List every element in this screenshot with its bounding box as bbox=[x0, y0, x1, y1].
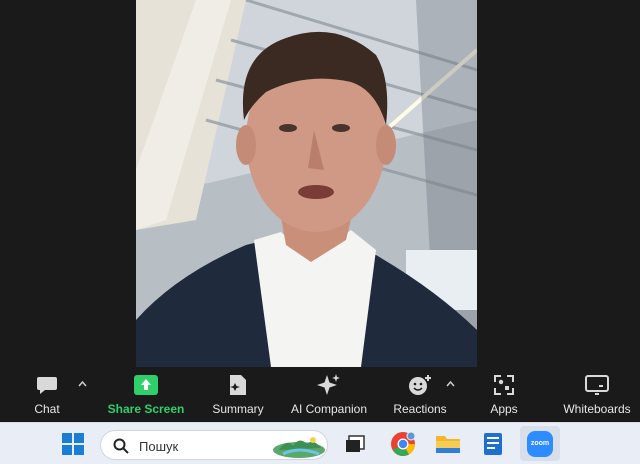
zoom-icon-text: zoom bbox=[530, 440, 550, 447]
file-explorer-button[interactable] bbox=[432, 423, 464, 464]
search-placeholder: Пошук bbox=[139, 439, 179, 454]
share-screen-icon bbox=[134, 373, 158, 397]
video-area bbox=[0, 0, 640, 367]
reactions-icon bbox=[408, 373, 432, 397]
chrome-icon bbox=[391, 431, 416, 456]
windows-taskbar: Пошук zoom bbox=[0, 422, 640, 464]
search-icon bbox=[113, 438, 129, 454]
chat-caret-icon[interactable] bbox=[77, 379, 87, 389]
reactions-caret-icon[interactable] bbox=[445, 379, 455, 389]
share-screen-button[interactable]: Share Screen bbox=[104, 367, 188, 422]
start-button[interactable] bbox=[58, 423, 88, 464]
windows-logo-icon bbox=[62, 432, 84, 455]
whiteboards-icon bbox=[585, 373, 609, 397]
taskbar-search[interactable]: Пошук bbox=[100, 430, 328, 460]
apps-button[interactable]: Apps bbox=[480, 367, 528, 422]
document-icon bbox=[484, 432, 502, 455]
ai-companion-icon bbox=[317, 373, 341, 397]
task-view-icon bbox=[346, 434, 365, 452]
participant-video bbox=[136, 0, 477, 367]
chat-label: Chat bbox=[34, 402, 60, 416]
meeting-toolbar: Chat Share Screen Summary AI Companion R… bbox=[0, 367, 640, 422]
summary-button[interactable]: Summary bbox=[206, 367, 270, 422]
summary-label: Summary bbox=[212, 402, 264, 416]
ai-companion-button[interactable]: AI Companion bbox=[284, 367, 374, 422]
apps-icon bbox=[492, 373, 516, 397]
zoom-icon: zoom bbox=[527, 430, 553, 457]
document-app-button[interactable] bbox=[478, 423, 508, 464]
folder-icon bbox=[436, 435, 460, 453]
participant-video-image bbox=[136, 0, 477, 367]
reactions-button[interactable]: Reactions bbox=[390, 367, 450, 422]
chrome-taskbar-button[interactable] bbox=[386, 423, 420, 464]
apps-label: Apps bbox=[490, 402, 518, 416]
whiteboards-label: Whiteboards bbox=[563, 402, 631, 416]
share-screen-label: Share Screen bbox=[107, 402, 185, 416]
chat-icon bbox=[35, 373, 59, 397]
search-highlight-icon bbox=[273, 437, 325, 458]
task-view-button[interactable] bbox=[340, 423, 370, 464]
whiteboards-button[interactable]: Whiteboards bbox=[558, 367, 636, 422]
zoom-taskbar-button[interactable]: zoom bbox=[520, 426, 560, 461]
summary-icon bbox=[226, 373, 250, 397]
ai-companion-label: AI Companion bbox=[290, 402, 368, 416]
reactions-label: Reactions bbox=[393, 402, 447, 416]
chat-button[interactable]: Chat bbox=[22, 367, 72, 422]
